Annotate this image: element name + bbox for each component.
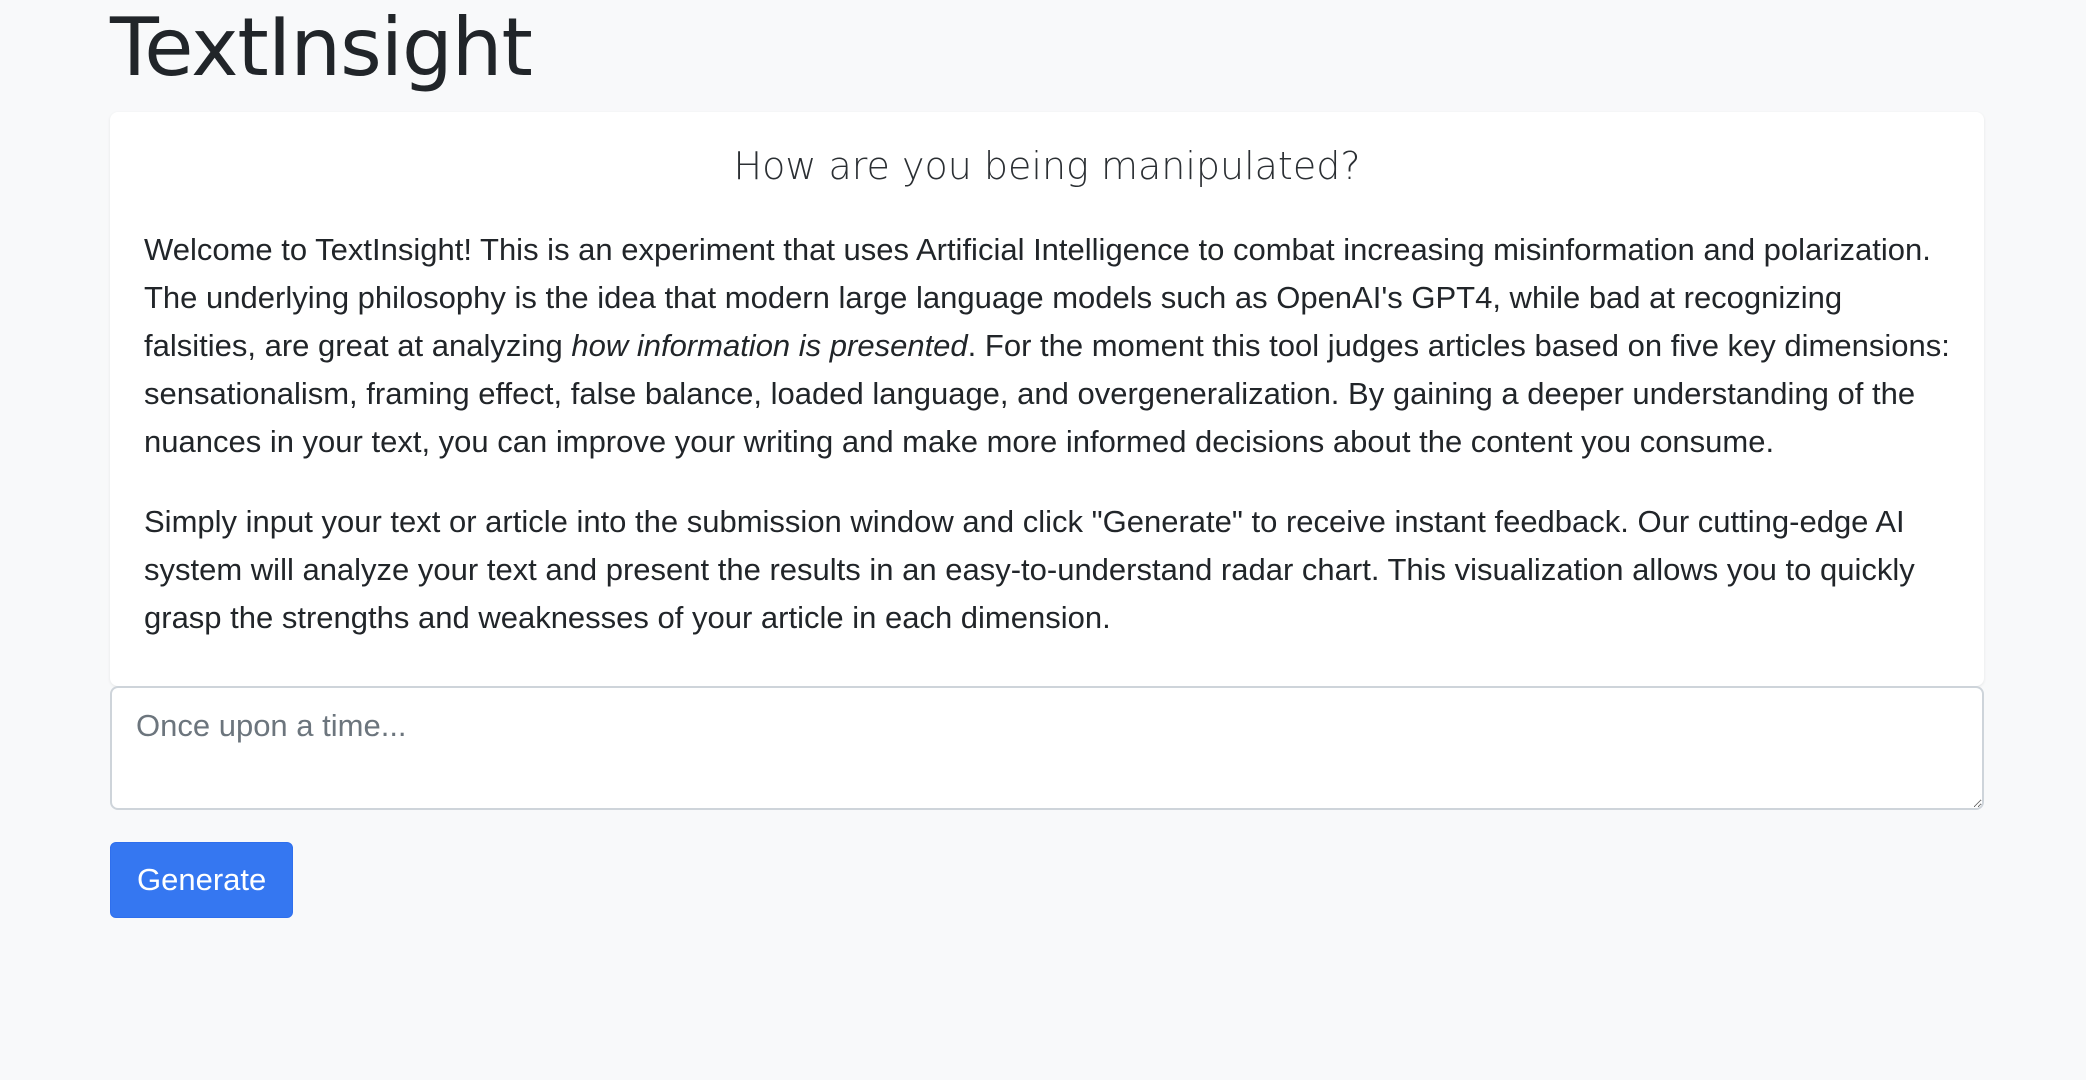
intro-paragraph-1-emphasis: how information is presented bbox=[571, 328, 968, 363]
intro-card: How are you being manipulated? Welcome t… bbox=[110, 112, 1984, 686]
intro-card-title: How are you being manipulated? bbox=[733, 144, 1361, 188]
main-container: TextInsight How are you being manipulate… bbox=[110, 0, 1984, 918]
app-title: TextInsight bbox=[110, 1, 533, 94]
intro-paragraph-2: Simply input your text or article into t… bbox=[144, 504, 1915, 635]
intro-paragraph-1: Welcome to TextInsight! This is an exper… bbox=[144, 226, 1950, 466]
article-text-input[interactable] bbox=[110, 686, 1984, 810]
generate-button[interactable]: Generate bbox=[110, 842, 294, 918]
